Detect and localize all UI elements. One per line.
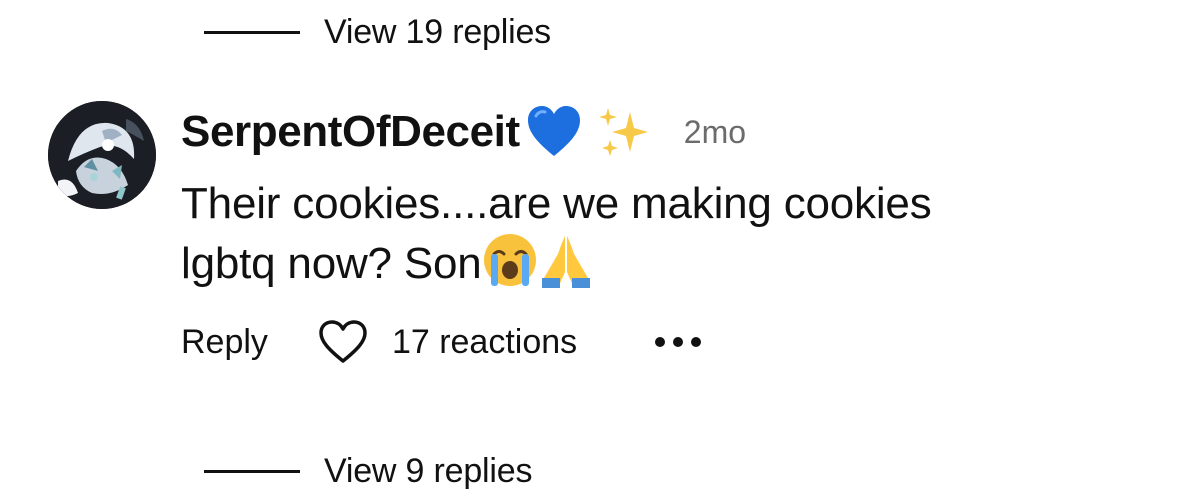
sparkles-icon <box>598 108 648 156</box>
comment-actions: Reply 17 reactions <box>181 314 709 370</box>
reactions-count: 17 reactions <box>391 322 578 361</box>
reply-button[interactable]: Reply <box>181 323 268 362</box>
avatar-image <box>48 101 156 209</box>
reply-thread-line <box>204 469 300 473</box>
comment-header: SerpentOfDeceit 2mo <box>181 100 746 164</box>
folded-hands-icon <box>541 236 590 288</box>
comment-timestamp: 2mo <box>683 113 747 150</box>
comment-text-line-2: lgbtq now? Son <box>181 232 1081 292</box>
view-replies-label: View 9 replies <box>324 451 533 490</box>
avatar[interactable] <box>48 101 156 209</box>
react-button[interactable]: 17 reactions <box>318 319 577 365</box>
view-replies-label: View 19 replies <box>324 12 551 51</box>
view-replies-button[interactable]: View 9 replies <box>204 451 532 491</box>
loudly-crying-face-icon <box>483 234 536 286</box>
more-horizontal-icon-dot <box>691 337 702 347</box>
more-horizontal-icon-dot <box>673 337 684 347</box>
reply-thread-line <box>204 30 300 34</box>
view-replies-button[interactable]: View 19 replies <box>204 12 551 52</box>
comment-text-line: lgbtq now? Son <box>181 239 482 288</box>
comment-body: Their cookies....are we making cookies l… <box>181 176 1081 292</box>
more-options-button[interactable] <box>655 337 709 347</box>
heart-outline-icon <box>319 320 367 363</box>
blue-heart-icon <box>527 106 580 156</box>
more-horizontal-icon <box>655 337 666 347</box>
username[interactable]: SerpentOfDeceit <box>181 107 520 157</box>
comment-text-line: Their cookies....are we making cookies <box>181 179 932 228</box>
